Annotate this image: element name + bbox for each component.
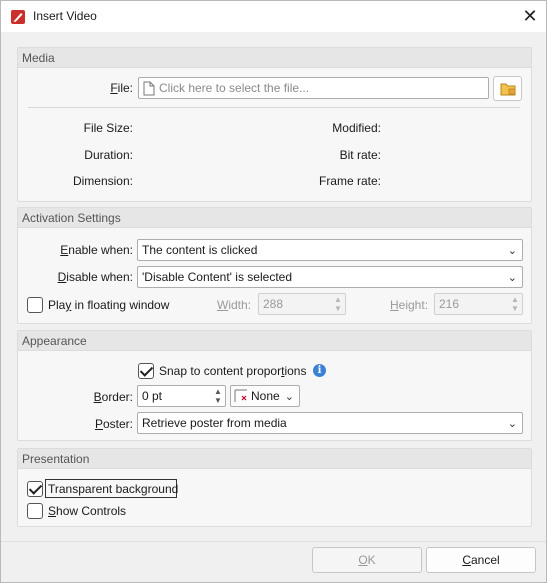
file-label: File: (110, 81, 133, 95)
media-divider (28, 107, 520, 108)
frame-rate-label: Frame rate: (318, 174, 381, 188)
info-icon[interactable]: i (313, 364, 326, 377)
dialog-body: Media File: Click here to select the fil… (1, 32, 546, 582)
enable-when-label: Enable when: (60, 243, 133, 257)
activation-group: Activation Settings Enable when: The con… (17, 207, 532, 324)
spin-down-icon: ▼ (334, 304, 342, 313)
browse-file-button[interactable] (493, 76, 522, 101)
border-style-select[interactable]: None ⌄ (230, 385, 300, 407)
width-spinbox[interactable]: 288 ▲ ▼ (258, 293, 346, 315)
width-value: 288 (263, 297, 284, 311)
appearance-group: Appearance Snap to content proportions i… (17, 330, 532, 441)
spin-down-icon: ▼ (511, 304, 519, 313)
file-placeholder: Click here to select the file... (159, 81, 310, 95)
show-controls-label: Show Controls (48, 504, 127, 518)
spin-up-icon: ▲ (334, 295, 342, 304)
height-spinner[interactable]: ▲ ▼ (509, 295, 521, 313)
chevron-down-icon: ⌄ (507, 245, 517, 257)
chevron-down-icon: ⌄ (284, 391, 294, 403)
chevron-down-icon: ⌄ (507, 272, 517, 284)
cancel-button[interactable]: Cancel (426, 547, 536, 573)
app-logo-icon (11, 10, 25, 24)
floating-window-label: Play in floating window (48, 298, 170, 312)
poster-label: Poster: (94, 417, 133, 431)
close-icon[interactable]: ✕ (519, 6, 541, 26)
show-controls-checkbox[interactable] (27, 503, 43, 519)
duration-label: Duration: (84, 148, 133, 162)
height-value: 216 (439, 297, 460, 311)
insert-video-dialog: Insert Video ✕ Media File: Click here to… (0, 0, 547, 583)
cancel-label: Cancel (462, 553, 500, 567)
width-spinner[interactable]: ▲ ▼ (332, 295, 344, 313)
appearance-header: Appearance (18, 331, 531, 351)
spin-up-icon: ▲ (511, 295, 519, 304)
folder-icon (500, 83, 516, 96)
no-border-icon (234, 389, 247, 402)
dimension-label: Dimension: (72, 174, 133, 188)
spin-up-icon: ▲ (214, 387, 222, 396)
window-title: Insert Video (33, 9, 97, 23)
file-size-label: File Size: (83, 121, 133, 135)
footer-divider (1, 541, 546, 542)
height-spinbox[interactable]: 216 ▲ ▼ (434, 293, 523, 315)
file-input[interactable]: Click here to select the file... (138, 77, 489, 99)
activation-header: Activation Settings (18, 208, 531, 228)
spin-down-icon: ▼ (214, 396, 222, 405)
title-bar: Insert Video ✕ (1, 1, 546, 32)
disable-when-select[interactable]: 'Disable Content' is selected ⌄ (137, 266, 523, 288)
border-spinner[interactable]: ▲ ▼ (212, 387, 224, 405)
poster-value: Retrieve poster from media (142, 416, 287, 430)
chevron-down-icon: ⌄ (507, 418, 517, 430)
bit-rate-label: Bit rate: (339, 148, 381, 162)
media-header: Media (18, 48, 531, 68)
floating-window-checkbox[interactable] (27, 297, 43, 313)
border-label: Border: (93, 390, 133, 404)
transparent-background-label: Transparent background (48, 482, 179, 496)
ok-label: OK (358, 553, 376, 567)
media-group: Media File: Click here to select the fil… (17, 47, 532, 202)
disable-when-label: Disable when: (57, 270, 133, 284)
border-style-value: None (251, 389, 280, 403)
enable-when-value: The content is clicked (142, 243, 258, 257)
presentation-group: Presentation Transparent background Show… (17, 448, 532, 527)
border-width-spinbox[interactable]: 0 pt ▲ ▼ (137, 385, 226, 407)
height-label: Height: (390, 298, 429, 312)
width-label: Width: (217, 298, 252, 312)
poster-select[interactable]: Retrieve poster from media ⌄ (137, 412, 523, 434)
border-width-value: 0 pt (142, 389, 163, 403)
presentation-header: Presentation (18, 449, 531, 469)
document-icon (143, 81, 155, 96)
ok-button[interactable]: OK (312, 547, 422, 573)
snap-proportions-label: Snap to content proportions (159, 364, 307, 378)
snap-proportions-checkbox[interactable] (138, 363, 154, 379)
transparent-background-checkbox[interactable] (27, 481, 43, 497)
modified-label: Modified: (332, 121, 381, 135)
disable-when-value: 'Disable Content' is selected (142, 270, 292, 284)
enable-when-select[interactable]: The content is clicked ⌄ (137, 239, 523, 261)
